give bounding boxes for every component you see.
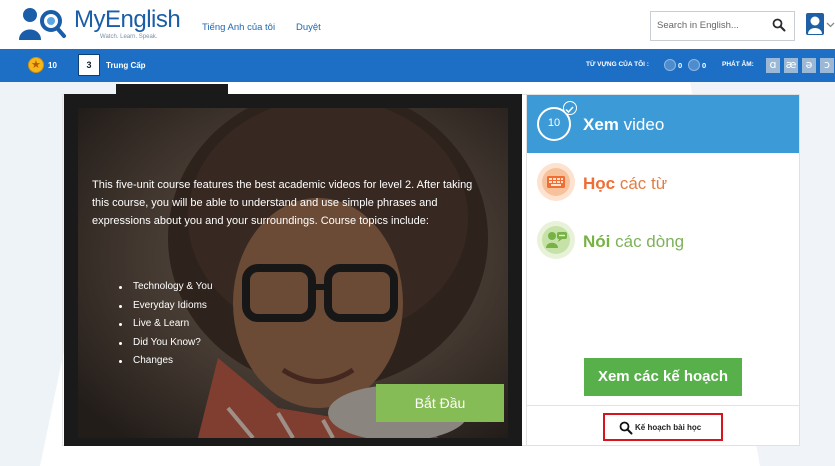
topic-item: Everyday Idioms xyxy=(118,297,213,316)
watch-video-title: Xem video xyxy=(583,115,664,135)
pronunciation-symbol-button[interactable]: ə xyxy=(802,58,816,73)
course-cover-photo: This five-unit course features the best … xyxy=(78,108,508,438)
topic-item: Changes xyxy=(118,352,213,371)
vocabulary-learned-count: 0 xyxy=(678,61,683,70)
logo-people-icon xyxy=(19,8,66,40)
pronunciation-label: PHÁT ÂM: xyxy=(722,61,754,68)
panel-divider xyxy=(527,405,799,406)
video-count: 10 xyxy=(547,117,561,129)
watch-video-verb: Xem xyxy=(583,115,619,134)
level-name: Trung Cấp xyxy=(106,61,146,70)
chevron-down-icon[interactable] xyxy=(826,20,835,29)
search-input[interactable] xyxy=(657,20,765,31)
points-badge[interactable]: ★ xyxy=(28,57,44,73)
points-count: 10 xyxy=(48,61,57,70)
logo-text: MyEnglish xyxy=(74,6,181,33)
pronunciation-symbol-button[interactable]: ɑ xyxy=(766,58,780,73)
course-description: This five-unit course features the best … xyxy=(92,179,473,227)
topic-item: Technology & You xyxy=(118,278,213,297)
checkmark-icon xyxy=(563,101,577,115)
star-icon: ★ xyxy=(31,59,41,71)
search-icon[interactable] xyxy=(772,18,786,32)
vocabulary-saved-icon[interactable] xyxy=(688,59,700,71)
my-vocabulary-label: TỪ VỰNG CỦA TÔI : xyxy=(586,61,649,68)
topic-item: Did You Know? xyxy=(118,334,213,353)
course-topics-list: Technology & You Everyday Idioms Live & … xyxy=(118,278,213,371)
speak-lines-verb: Nói xyxy=(583,232,611,251)
course-intro-panel: This five-unit course features the best … xyxy=(64,94,522,446)
speech-icon[interactable] xyxy=(537,221,575,259)
lesson-plan-link[interactable]: Kế hoạch bài học xyxy=(603,413,723,441)
topic-item: Live & Learn xyxy=(118,315,213,334)
activity-panel: 10 Xem video Học các từ Nói các dòng Xem… xyxy=(526,94,800,446)
speak-lines-activity[interactable]: Nói các dòng xyxy=(583,232,684,252)
watch-video-rest: video xyxy=(618,115,665,134)
learn-words-rest: các từ xyxy=(615,174,668,193)
myenglish-logo[interactable]: MyEnglish Watch. Learn. Speak. xyxy=(16,4,181,44)
user-icon xyxy=(808,16,822,34)
nav-my-english[interactable]: Tiếng Anh của tôi xyxy=(202,22,275,33)
lesson-plan-label: Kế hoạch bài học xyxy=(635,423,702,432)
level-badge[interactable]: 3 xyxy=(78,54,100,76)
top-header: MyEnglish Watch. Learn. Speak. Tiếng Anh… xyxy=(0,0,835,48)
user-toolbar: ★ 10 3 Trung Cấp TỪ VỰNG CỦA TÔI : 0 0 P… xyxy=(0,49,835,82)
learn-words-activity[interactable]: Học các từ xyxy=(583,174,667,194)
search-box xyxy=(650,11,795,41)
keyboard-icon[interactable] xyxy=(537,163,575,201)
vocabulary-saved-count: 0 xyxy=(702,61,707,70)
start-button[interactable]: Bắt Đầu xyxy=(376,384,504,422)
speak-lines-rest: các dòng xyxy=(610,232,685,251)
view-plans-button[interactable]: Xem các kế hoạch xyxy=(584,358,742,396)
level-number: 3 xyxy=(86,60,92,70)
logo-tagline: Watch. Learn. Speak. xyxy=(100,34,158,40)
pronunciation-symbol-button[interactable]: ɔ xyxy=(820,58,834,73)
watch-video-activity[interactable]: 10 Xem video xyxy=(527,95,799,153)
learn-words-verb: Học xyxy=(583,174,616,193)
nav-browse[interactable]: Duyệt xyxy=(296,22,321,33)
user-avatar[interactable] xyxy=(806,13,824,35)
pronunciation-symbol-button[interactable]: æ xyxy=(784,58,798,73)
search-icon xyxy=(619,421,633,435)
vocabulary-learned-icon[interactable] xyxy=(664,59,676,71)
media-tab xyxy=(116,84,228,94)
